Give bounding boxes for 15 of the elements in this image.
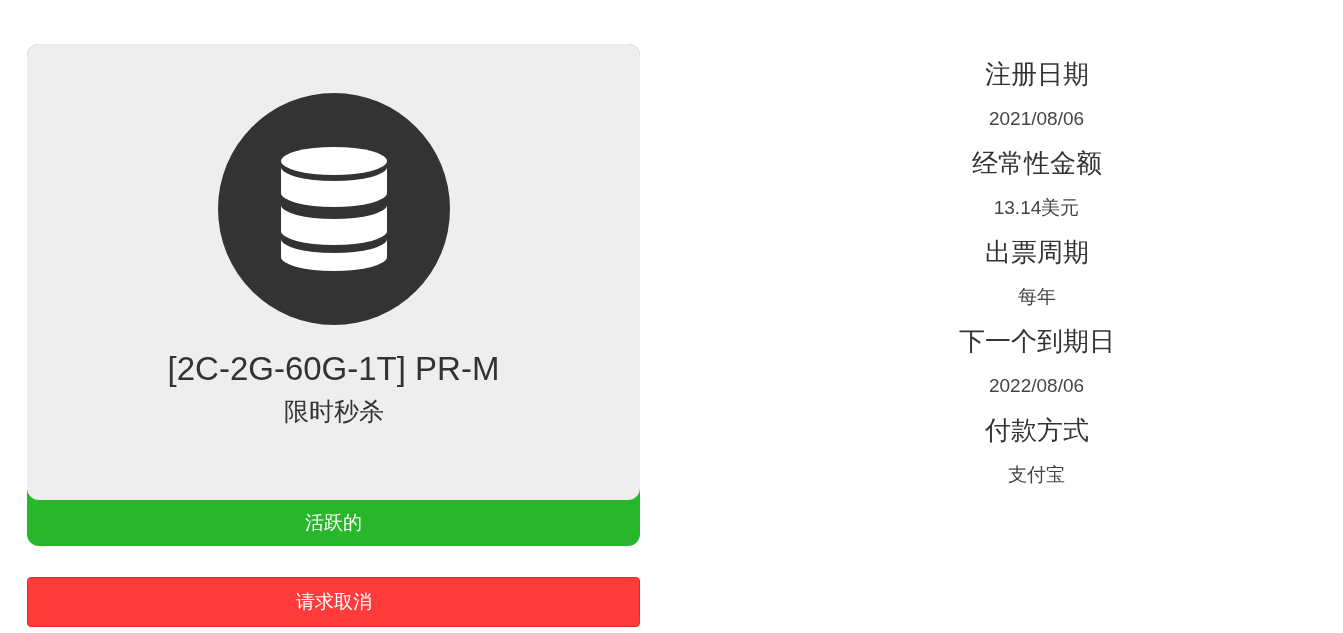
product-title: [2C-2G-60G-1T] PR-M <box>167 349 500 389</box>
detail-value: 每年 <box>1017 285 1056 309</box>
detail-label: 经常性金额 <box>971 147 1102 180</box>
detail-label: 下一个到期日 <box>958 325 1115 358</box>
detail-value: 2021/08/06 <box>988 107 1085 131</box>
cancel-button[interactable]: 请求取消 <box>27 577 640 627</box>
detail-value: 13.14美元 <box>993 196 1080 220</box>
detail-value: 支付宝 <box>1008 463 1065 487</box>
product-subtitle: 限时秒杀 <box>283 396 384 427</box>
detail-label: 付款方式 <box>984 414 1089 447</box>
status-label: 活跃的 <box>304 510 363 535</box>
detail-label: 注册日期 <box>984 58 1089 91</box>
detail-label: 出票周期 <box>984 236 1089 269</box>
database-icon <box>217 93 450 325</box>
detail-value: 2022/08/06 <box>988 374 1085 398</box>
